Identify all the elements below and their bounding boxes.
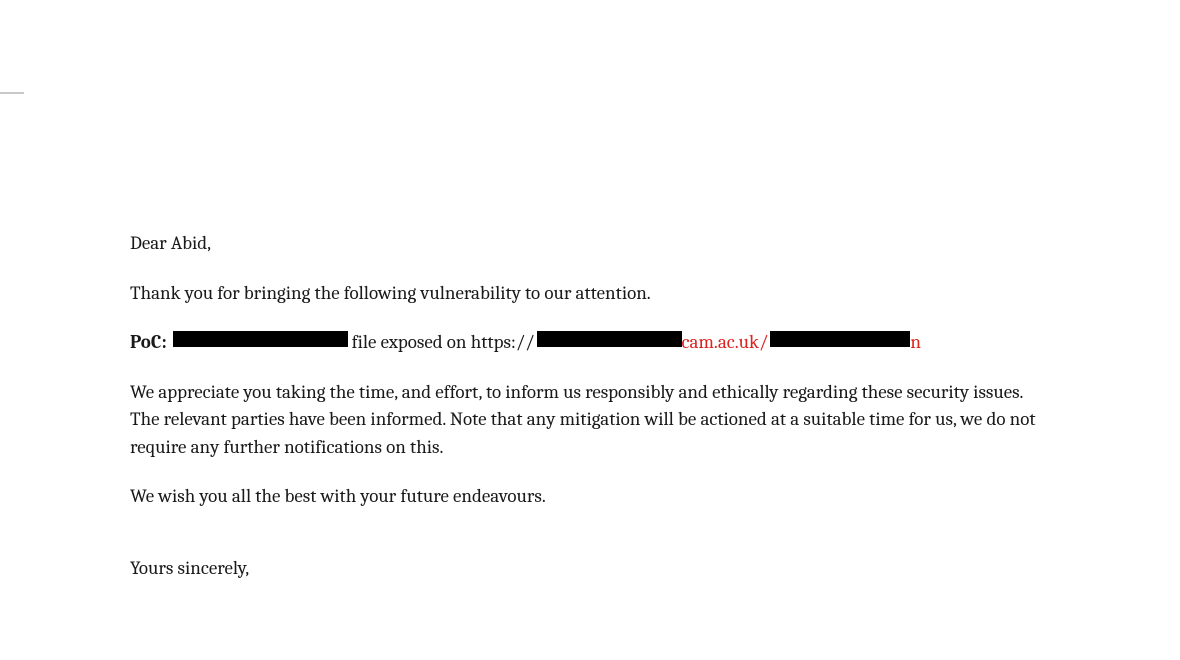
redaction-bar [173, 331, 348, 347]
edge-mark [0, 92, 24, 94]
poc-label: PoC: [130, 329, 167, 357]
poc-line: PoC: file exposed on https:// cam.ac.uk/… [130, 329, 1050, 357]
poc-middle-text: file exposed on https:// [352, 329, 535, 357]
letter-page: Dear Abid, Thank you for bringing the fo… [0, 0, 1180, 582]
body-paragraph: We appreciate you taking the time, and e… [130, 379, 1050, 462]
salutation: Dear Abid, [130, 230, 1050, 258]
poc-domain-visible: cam.ac.uk/ [682, 329, 769, 357]
redaction-bar [770, 331, 910, 347]
poc-trailing-char: n [910, 329, 921, 357]
intro-paragraph: Thank you for bringing the following vul… [130, 280, 1050, 308]
wish-paragraph: We wish you all the best with your futur… [130, 483, 1050, 511]
redaction-bar [537, 331, 682, 347]
closing: Yours sincerely, [130, 555, 1050, 583]
